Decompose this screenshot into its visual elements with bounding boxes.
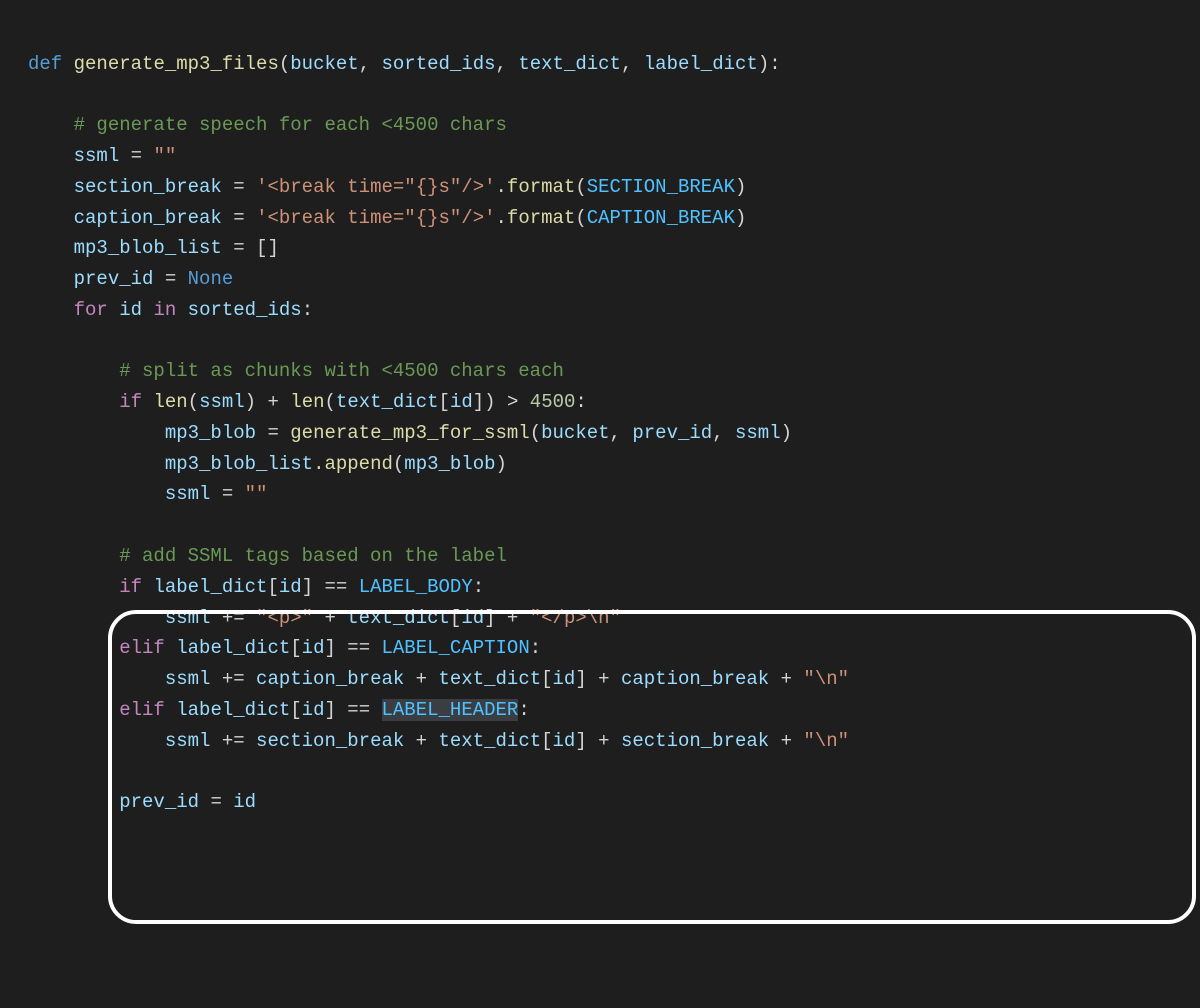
- line-21: ssml += caption_break + text_dict[id] + …: [28, 668, 849, 690]
- line-6: caption_break = '<break time="{}s"/>'.fo…: [28, 207, 746, 229]
- line-17: # add SSML tags based on the label: [28, 545, 507, 567]
- line-13: mp3_blob = generate_mp3_for_ssml(bucket,…: [28, 422, 792, 444]
- line-5: section_break = '<break time="{}s"/>'.fo…: [28, 176, 746, 198]
- line-18: if label_dict[id] == LABEL_BODY:: [28, 576, 484, 598]
- line-9: for id in sorted_ids:: [28, 299, 313, 321]
- line-11: # split as chunks with <4500 chars each: [28, 360, 564, 382]
- line-3: # generate speech for each <4500 chars: [28, 114, 507, 136]
- code-block: def generate_mp3_files(bucket, sorted_id…: [0, 0, 1200, 849]
- line-1: def generate_mp3_files(bucket, sorted_id…: [28, 53, 781, 75]
- line-8: prev_id = None: [28, 268, 233, 290]
- line-23: ssml += section_break + text_dict[id] + …: [28, 730, 849, 752]
- line-20: elif label_dict[id] == LABEL_CAPTION:: [28, 637, 541, 659]
- line-14: mp3_blob_list.append(mp3_blob): [28, 453, 507, 475]
- line-4: ssml = "": [28, 145, 176, 167]
- line-15: ssml = "": [28, 483, 267, 505]
- line-19: ssml += "<p>" + text_dict[id] + "</p>\n": [28, 607, 621, 629]
- line-12: if len(ssml) + len(text_dict[id]) > 4500…: [28, 391, 587, 413]
- line-7: mp3_blob_list = []: [28, 237, 279, 259]
- line-22: elif label_dict[id] == LABEL_HEADER:: [28, 699, 530, 721]
- line-25: prev_id = id: [28, 791, 256, 813]
